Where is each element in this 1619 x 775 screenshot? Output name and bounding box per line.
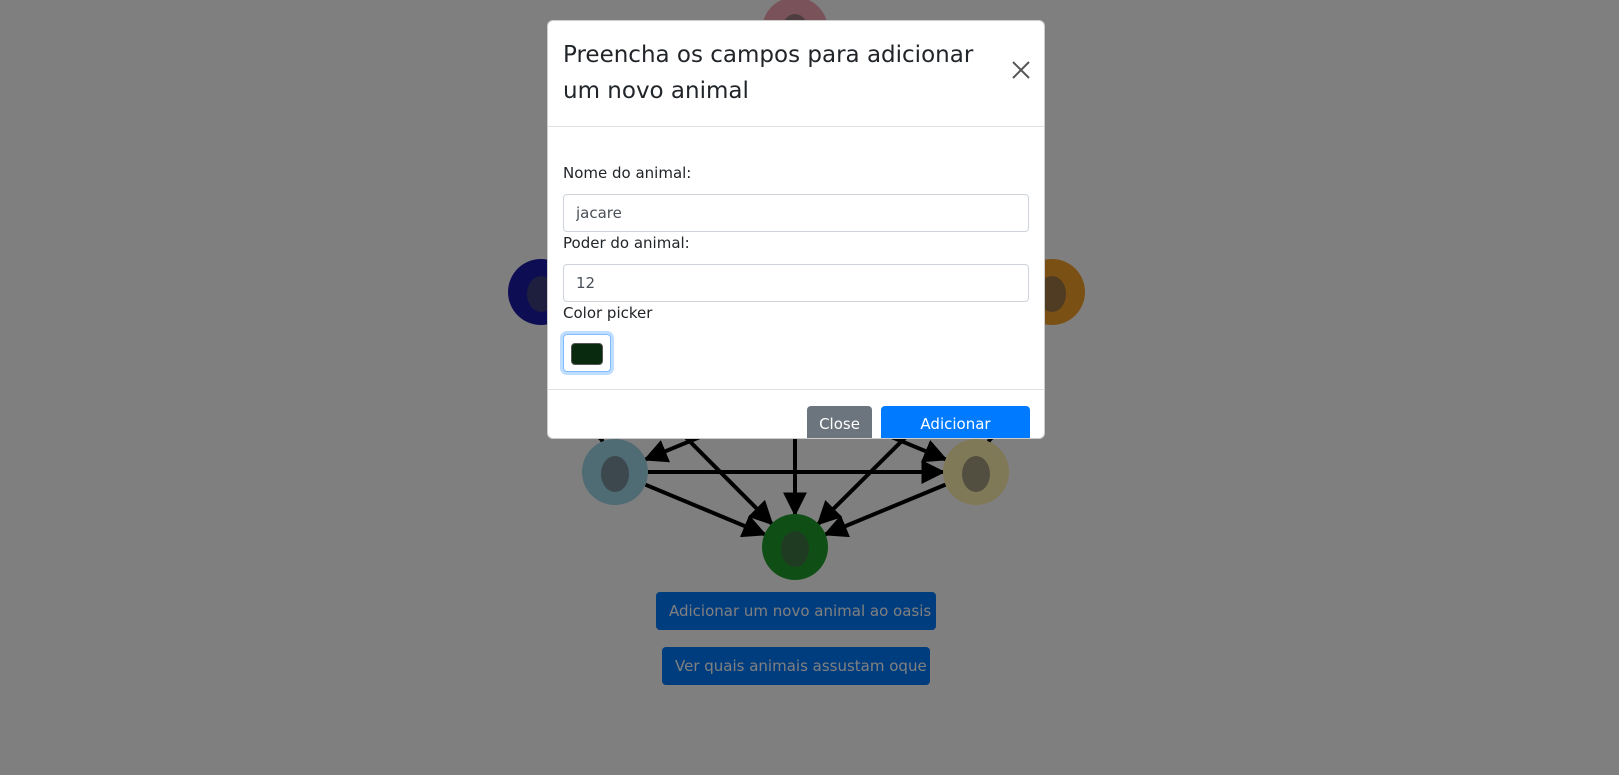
modal-title: Preencha os campos para adicionar um nov… [563,42,974,104]
close-icon[interactable] [1008,57,1034,83]
color-swatch [571,343,603,365]
color-label: Color picker [563,304,653,322]
modal-footer: Close Adicionar Animal [548,389,1044,438]
close-button[interactable]: Close [807,406,872,438]
color-picker[interactable] [563,334,611,372]
power-label: Poder do animal: [563,234,690,252]
add-animal-submit-button[interactable]: Adicionar Animal [881,406,1030,438]
name-label: Nome do animal: [563,164,692,182]
modal-header: Preencha os campos para adicionar um nov… [548,21,1044,127]
add-animal-modal: Preencha os campos para adicionar um nov… [547,20,1045,439]
animal-name-input[interactable] [563,194,1029,232]
animal-power-input[interactable] [563,264,1029,302]
modal-body: Nome do animal: Poder do animal: Color p… [563,126,1029,389]
